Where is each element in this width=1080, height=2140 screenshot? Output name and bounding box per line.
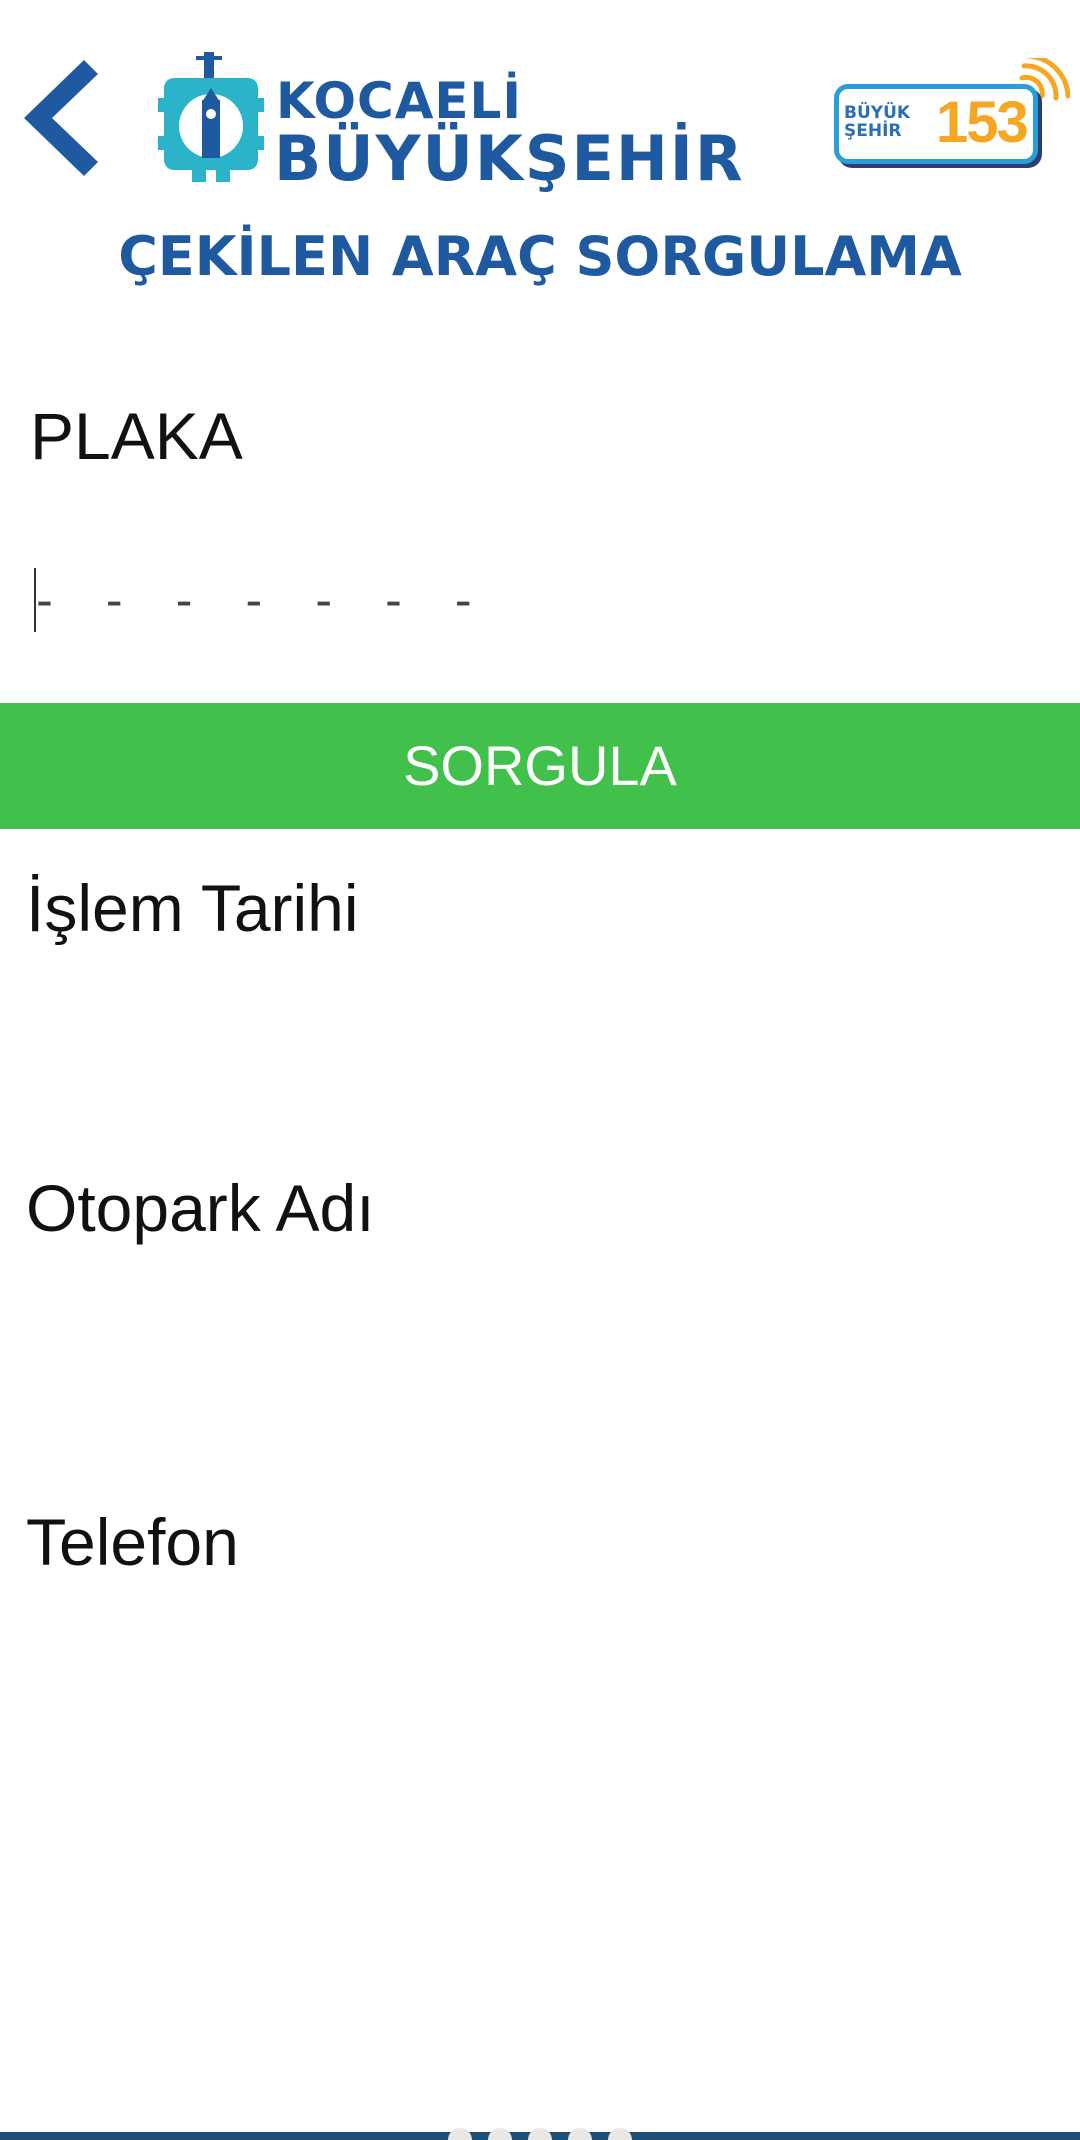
- back-button[interactable]: [14, 52, 104, 182]
- logo-text-kocaeli: KOCAELİ: [276, 72, 523, 130]
- query-button[interactable]: SORGULA: [0, 703, 1080, 829]
- footer-decoration-icon: [448, 2128, 632, 2140]
- parking-name-label: Otopark Adı: [26, 1171, 375, 1245]
- badge-label: BÜYÜK ŞEHİR: [844, 103, 911, 141]
- plate-input[interactable]: [30, 556, 1040, 646]
- buyuksehir-153-badge[interactable]: BÜYÜK ŞEHİR 153: [830, 58, 1070, 176]
- kocaeli-logo: KOCAELİ BÜYÜKŞEHİR: [158, 48, 788, 195]
- transaction-date-label: İşlem Tarihi: [26, 871, 359, 945]
- app-header: KOCAELİ BÜYÜKŞEHİR BÜYÜK ŞEHİR 153: [0, 0, 1080, 210]
- plate-label: PLAKA: [30, 399, 243, 473]
- city-emblem-icon: [158, 52, 264, 182]
- text-cursor: [34, 568, 36, 632]
- page-title: ÇEKİLEN ARAÇ SORGULAMA: [118, 225, 962, 288]
- logo-text-buyuksehir: BÜYÜKŞEHİR: [274, 122, 745, 195]
- chevron-left-icon: [24, 60, 98, 176]
- badge-number: 153: [936, 90, 1029, 155]
- phone-label: Telefon: [26, 1505, 239, 1579]
